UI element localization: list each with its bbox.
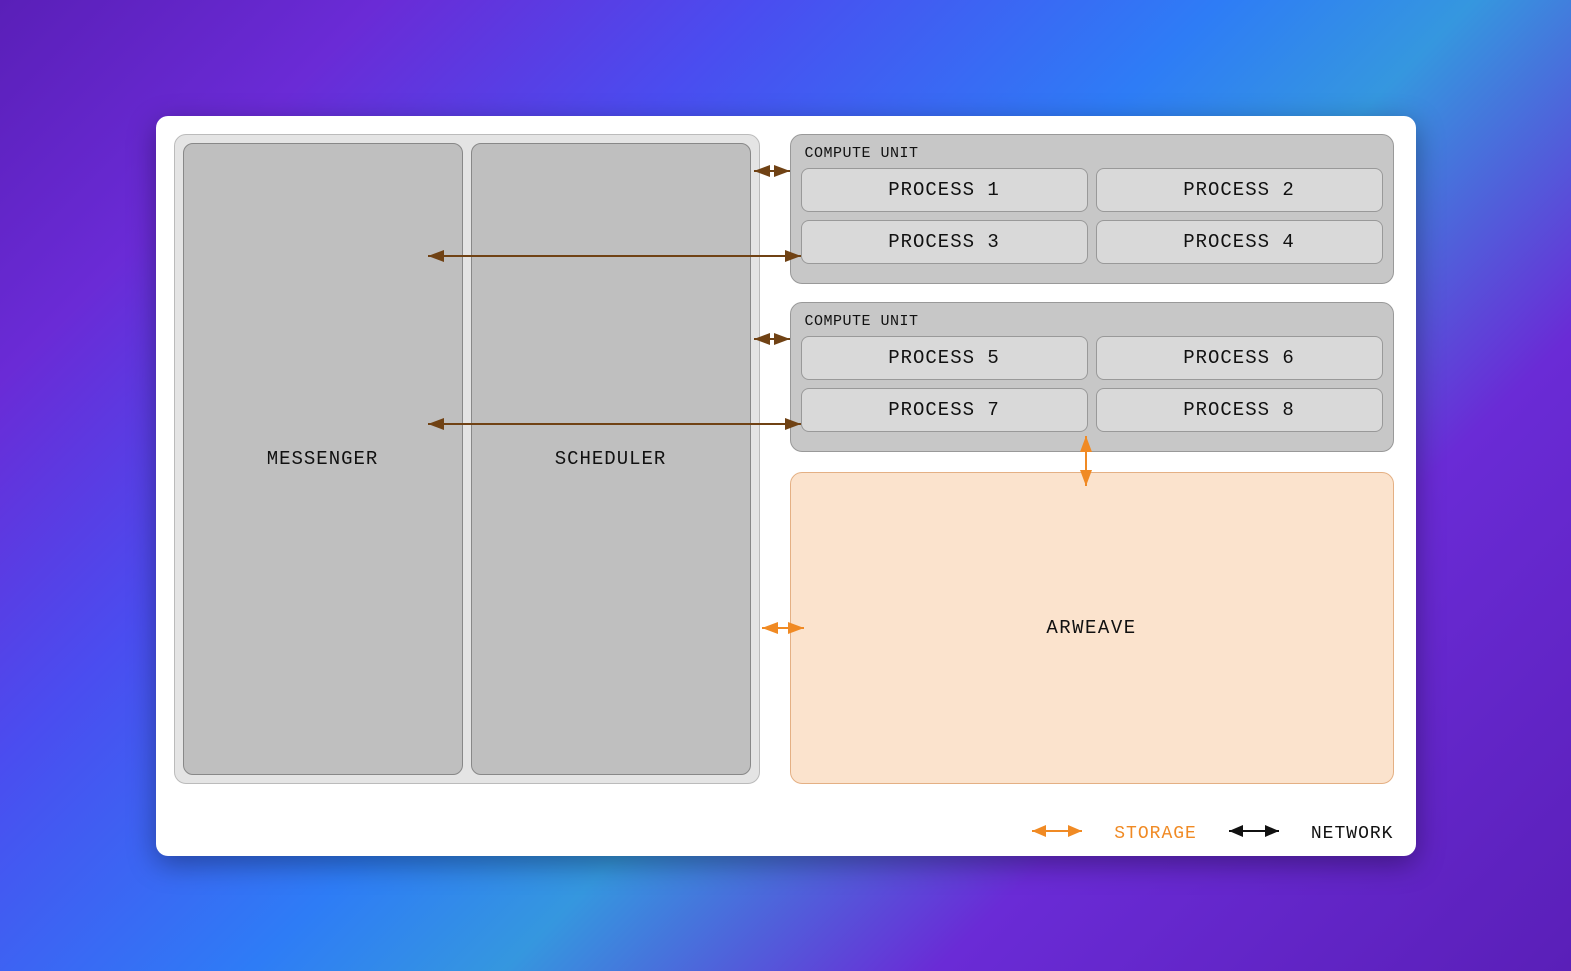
process-label: PROCESS 6 [1183,347,1295,369]
process-box: PROCESS 7 [801,388,1088,432]
process-label: PROCESS 5 [888,347,1000,369]
process-label: PROCESS 7 [888,399,1000,421]
process-label: PROCESS 4 [1183,231,1295,253]
process-label: PROCESS 1 [888,179,1000,201]
messenger-scheduler-container: MESSENGER SCHEDULER [174,134,760,784]
process-box: PROCESS 3 [801,220,1088,264]
process-box: PROCESS 5 [801,336,1088,380]
diagram-card: MESSENGER SCHEDULER COMPUTE UNIT PROCESS… [156,116,1416,856]
process-label: PROCESS 2 [1183,179,1295,201]
scheduler-box: SCHEDULER [471,143,751,775]
process-box: PROCESS 8 [1096,388,1383,432]
messenger-label: MESSENGER [267,448,379,470]
process-box: PROCESS 1 [801,168,1088,212]
compute-unit-2: COMPUTE UNIT PROCESS 5 PROCESS 6 PROCESS… [790,302,1394,452]
process-label: PROCESS 8 [1183,399,1295,421]
compute-unit-title: COMPUTE UNIT [801,143,1383,168]
legend-storage-label: STORAGE [1114,824,1197,844]
legend: STORAGE NETWORK [1028,824,1393,844]
process-box: PROCESS 2 [1096,168,1383,212]
process-label: PROCESS 3 [888,231,1000,253]
legend-network-label: NETWORK [1311,824,1394,844]
arweave-label: ARWEAVE [1046,617,1136,639]
process-grid: PROCESS 5 PROCESS 6 PROCESS 7 PROCESS 8 [801,336,1383,432]
legend-storage-arrow-icon [1028,824,1086,844]
messenger-box: MESSENGER [183,143,463,775]
process-grid: PROCESS 1 PROCESS 2 PROCESS 3 PROCESS 4 [801,168,1383,264]
process-box: PROCESS 4 [1096,220,1383,264]
compute-unit-1: COMPUTE UNIT PROCESS 1 PROCESS 2 PROCESS… [790,134,1394,284]
scheduler-label: SCHEDULER [555,448,667,470]
arweave-box: ARWEAVE [790,472,1394,784]
compute-unit-title: COMPUTE UNIT [801,311,1383,336]
legend-network-arrow-icon [1225,824,1283,844]
process-box: PROCESS 6 [1096,336,1383,380]
